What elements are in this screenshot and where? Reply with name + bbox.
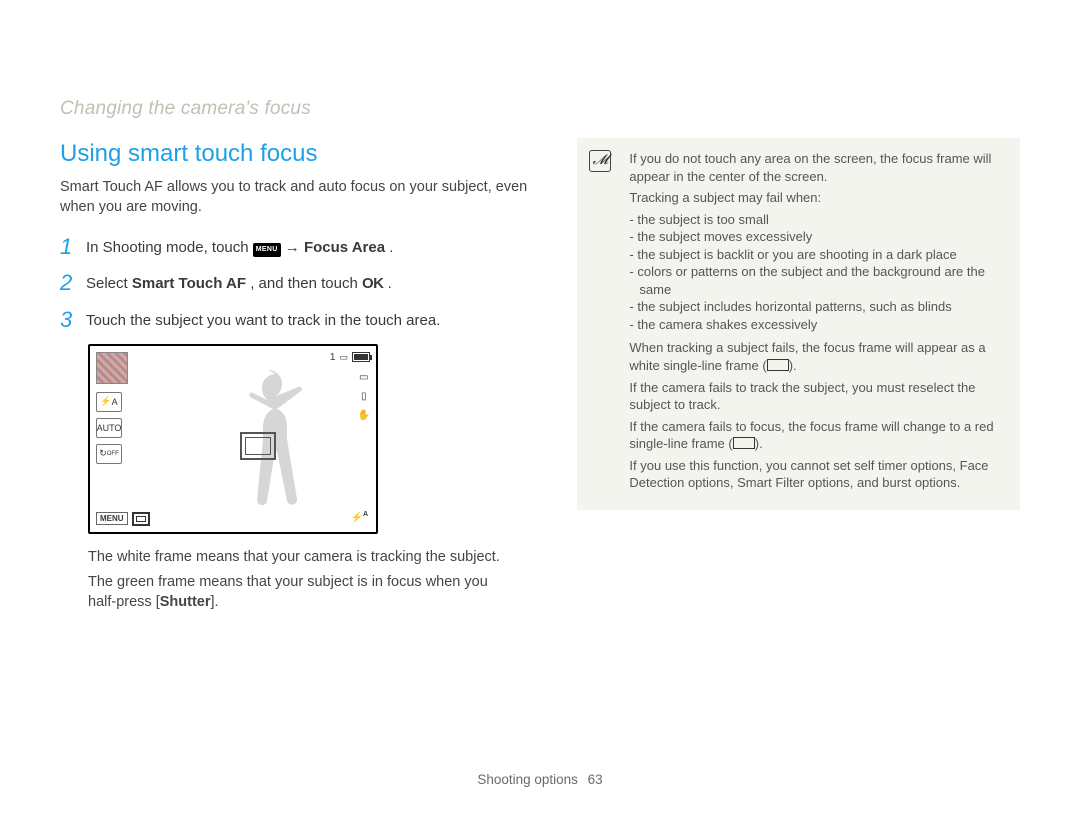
step-2-bold: Smart Touch AF — [132, 275, 246, 292]
note-tracking-intro: Tracking a subject may fail when: — [629, 189, 1004, 207]
step-number: 2 — [60, 271, 86, 295]
white-frame-icon — [767, 359, 789, 371]
note-bullet: colors or patterns on the subject and th… — [629, 263, 1004, 298]
note-p3: If the camera fails to track the subject… — [629, 379, 1004, 414]
display-toggle-icon — [132, 512, 150, 526]
step-3: 3 Touch the subject you want to track in… — [60, 308, 537, 332]
note-p4-pre: If the camera fails to focus, the focus … — [629, 419, 993, 452]
sd-card-icon: ▭ — [339, 352, 348, 363]
step-1-arrow: → — [285, 239, 304, 256]
intro-paragraph: Smart Touch AF allows you to track and a… — [60, 178, 537, 217]
step-2-post: . — [388, 275, 392, 292]
caption-p2: The green frame means that your subject … — [88, 573, 518, 612]
caption-p1: The white frame means that your camera i… — [88, 548, 518, 568]
step-3-text: Touch the subject you want to track in t… — [86, 308, 440, 331]
ok-icon: OK — [362, 275, 384, 292]
focus-frame-icon — [240, 432, 276, 460]
footer-section: Shooting options — [477, 772, 578, 787]
note-p5: If you use this function, you cannot set… — [629, 457, 1004, 492]
note-p2: When tracking a subject fails, the focus… — [629, 339, 1004, 374]
note-p1: If you do not touch any area on the scre… — [629, 150, 1004, 185]
step-2-mid: , and then touch — [250, 275, 362, 292]
page-footer: Shooting options 63 — [0, 772, 1080, 787]
right-icon-stack: ▭ ▯ ✋ — [358, 372, 370, 421]
battery-icon — [352, 352, 370, 362]
flash-auto-label: A — [112, 397, 118, 407]
shot-counter: 1 — [330, 352, 336, 363]
timer-off-glyph: ↻ — [99, 448, 107, 459]
step-2-text: Select Smart Touch AF , and then touch O… — [86, 271, 392, 294]
step-1-text: In Shooting mode, touch MENU → Focus Are… — [86, 235, 393, 258]
auto-mode-icon: AUTO — [96, 418, 122, 438]
note-icon: 𝓜 — [589, 150, 611, 172]
note-bullet: the subject includes horizontal patterns… — [629, 298, 1004, 316]
flash-auto-icon: ⚡A — [96, 392, 122, 412]
steps-list: 1 In Shooting mode, touch MENU → Focus A… — [60, 235, 537, 332]
step-1: 1 In Shooting mode, touch MENU → Focus A… — [60, 235, 537, 259]
step-1-bold: Focus Area — [304, 239, 385, 256]
portrait-mode-icon: ▯ — [361, 391, 367, 402]
right-column: 𝓜 If you do not touch any area on the sc… — [577, 138, 1020, 618]
note-bullets: the subject is too small the subject mov… — [629, 211, 1004, 334]
breadcrumb: Changing the camera's focus — [60, 98, 311, 120]
footer-page-number: 63 — [588, 772, 603, 787]
note-bullet: the subject is too small — [629, 211, 1004, 229]
page-body: Using smart touch focus Smart Touch AF a… — [0, 0, 1080, 618]
left-column: Using smart touch focus Smart Touch AF a… — [60, 140, 537, 618]
figure-caption: The white frame means that your camera i… — [88, 548, 518, 613]
timer-off-icon: ↻OFF — [96, 444, 122, 464]
step-number: 1 — [60, 235, 86, 259]
step-1-pre: In Shooting mode, touch — [86, 239, 253, 256]
note-p4-post: ). — [755, 436, 763, 451]
caption-p2-bold: Shutter — [160, 594, 211, 610]
note-p4: If the camera fails to focus, the focus … — [629, 418, 1004, 453]
camera-preview-figure: ⚡A AUTO ↻OFF MENU 1 ▭ ▭ ▯ ✋ ⚡A — [88, 344, 378, 534]
menu-button-icon: MENU — [96, 512, 128, 525]
menu-row: MENU — [96, 512, 150, 526]
top-right-indicators: 1 ▭ — [330, 352, 370, 363]
hand-icon: ✋ — [358, 410, 370, 421]
preview-thumbnail — [96, 352, 128, 384]
section-title: Using smart touch focus — [60, 140, 537, 168]
red-frame-icon — [733, 437, 755, 449]
step-2-pre: Select — [86, 275, 132, 292]
landscape-icon: ▭ — [359, 372, 368, 383]
left-icon-stack: ⚡A AUTO ↻OFF — [96, 392, 122, 464]
step-number: 3 — [60, 308, 86, 332]
note-box: 𝓜 If you do not touch any area on the sc… — [577, 138, 1020, 510]
flash-indicator-bottom: ⚡A — [350, 511, 368, 523]
step-1-post: . — [389, 239, 393, 256]
note-bullet: the subject moves excessively — [629, 228, 1004, 246]
step-2: 2 Select Smart Touch AF , and then touch… — [60, 271, 537, 295]
menu-icon: MENU — [253, 243, 281, 257]
note-bullet: the subject is backlit or you are shooti… — [629, 246, 1004, 264]
caption-p2-post: ]. — [210, 594, 218, 610]
note-p2-pre: When tracking a subject fails, the focus… — [629, 340, 985, 373]
note-p2-post: ). — [789, 358, 797, 373]
note-bullet: the camera shakes excessively — [629, 316, 1004, 334]
caption-p2-pre: The green frame means that your subject … — [88, 574, 488, 610]
